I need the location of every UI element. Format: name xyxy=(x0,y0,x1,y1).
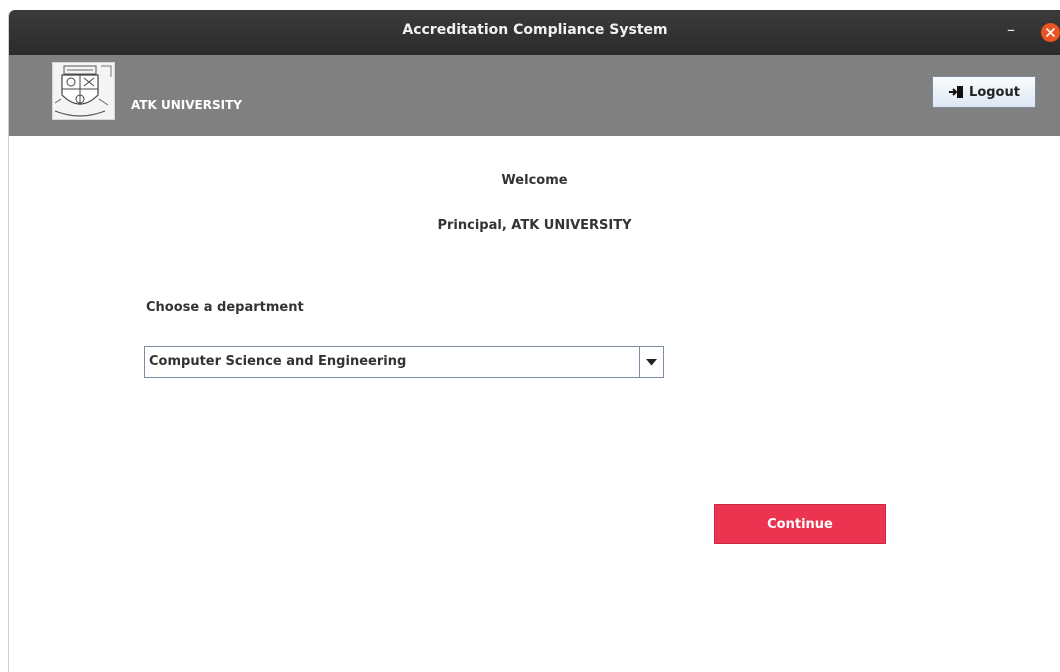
university-crest-icon xyxy=(54,65,112,117)
title-bar[interactable]: Accreditation Compliance System – xyxy=(9,10,1060,55)
chevron-down-icon xyxy=(646,359,657,366)
principal-text: Principal, ATK UNIVERSITY xyxy=(437,218,632,233)
department-selected-value: Computer Science and Engineering xyxy=(149,354,407,369)
app-window: Accreditation Compliance System – ATK UN… xyxy=(8,10,1060,672)
logout-label: Logout xyxy=(969,84,1020,100)
welcome-text: Welcome xyxy=(501,173,568,188)
logout-button[interactable]: Logout xyxy=(932,76,1036,108)
university-logo xyxy=(52,62,115,120)
department-select[interactable]: Computer Science and Engineering xyxy=(144,346,664,378)
department-label: Choose a department xyxy=(146,300,304,315)
logout-door-icon xyxy=(949,86,964,98)
close-icon xyxy=(1046,28,1055,37)
app-header: ATK UNIVERSITY Logout xyxy=(9,55,1060,136)
minimize-button[interactable]: – xyxy=(1001,20,1021,40)
close-button[interactable] xyxy=(1041,23,1060,42)
window-title: Accreditation Compliance System xyxy=(402,22,668,38)
dropdown-arrow-button[interactable] xyxy=(639,347,663,377)
continue-button[interactable]: Continue xyxy=(714,504,886,544)
continue-label: Continue xyxy=(767,516,833,532)
university-name: ATK UNIVERSITY xyxy=(131,98,242,112)
